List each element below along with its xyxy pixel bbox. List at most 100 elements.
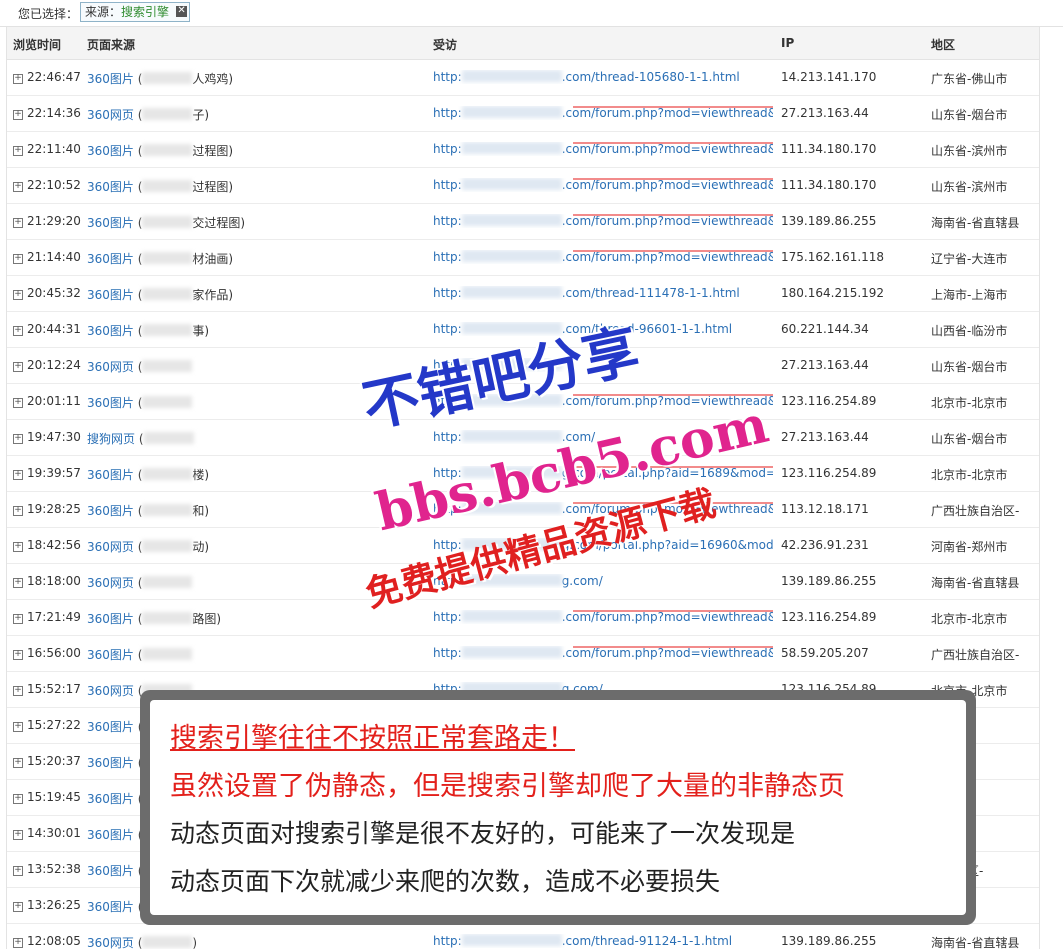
expand-icon[interactable]: +: [13, 110, 23, 120]
page-url-link[interactable]: http: .com/forum.php?mod=viewthread&tid: [433, 214, 773, 228]
expand-icon[interactable]: +: [13, 218, 23, 228]
visit-time: 19:47:30: [27, 430, 81, 444]
source-link[interactable]: 360图片: [87, 396, 134, 410]
source-link[interactable]: 360图片: [87, 252, 134, 266]
source-link[interactable]: 360图片: [87, 504, 134, 518]
source-link[interactable]: 360图片: [87, 792, 134, 806]
redacted-keyword: [142, 324, 193, 336]
ip-cell: 123.116.254.89: [781, 394, 877, 408]
page-url-link[interactable]: http:: [433, 358, 773, 372]
source-link[interactable]: 360图片: [87, 864, 134, 878]
page-url-link[interactable]: http: .com/forum.php?mod=viewthread&tid: [433, 178, 773, 192]
source-link[interactable]: 360网页: [87, 360, 134, 374]
expand-icon[interactable]: +: [13, 830, 23, 840]
region-cell: 河南省-郑州市: [931, 540, 1008, 554]
source-filter-tag[interactable]: 来源：搜索引擎 ✕: [80, 2, 191, 22]
region-cell: 山东省-烟台市: [931, 360, 1008, 374]
expand-icon[interactable]: +: [13, 470, 23, 480]
source-link[interactable]: 360图片: [87, 72, 134, 86]
visit-time: 21:29:20: [27, 214, 81, 228]
table-row: +22:46:47 360图片 (人鸡鸡) http: .com/thread-105…: [7, 60, 1039, 96]
table-header: 浏览时间 页面来源 受访 IP 地区: [7, 27, 1039, 60]
source-link[interactable]: 360图片: [87, 180, 134, 194]
expand-icon[interactable]: +: [13, 290, 23, 300]
source-link[interactable]: 360图片: [87, 216, 134, 230]
visit-time: 19:39:57: [27, 466, 81, 480]
expand-icon[interactable]: +: [13, 254, 23, 264]
expand-icon[interactable]: +: [13, 182, 23, 192]
source-link[interactable]: 搜狗网页: [87, 432, 135, 446]
source-link[interactable]: 360图片: [87, 468, 134, 482]
expand-icon[interactable]: +: [13, 758, 23, 768]
table-row: +21:14:40 360图片 (材油画) http: .com/forum.php?…: [7, 240, 1039, 276]
expand-icon[interactable]: +: [13, 938, 23, 948]
page-url-link[interactable]: http: .com/forum.php?mod=viewthread&tid: [433, 106, 773, 120]
source-link[interactable]: 360网页: [87, 936, 134, 949]
page-url-link[interactable]: http: .com/: [433, 430, 773, 444]
source-link[interactable]: 360网页: [87, 108, 134, 122]
source-keyword: (子): [137, 108, 210, 122]
redacted-keyword: [143, 432, 194, 444]
visit-time: 22:46:47: [27, 70, 81, 84]
expand-icon[interactable]: +: [13, 326, 23, 336]
expand-icon[interactable]: +: [13, 614, 23, 624]
expand-icon[interactable]: +: [13, 902, 23, 912]
expand-icon[interactable]: +: [13, 506, 23, 516]
page-url-link[interactable]: http: .com/forum.php?mod=viewthread&tid: [433, 142, 773, 156]
source-link[interactable]: 360网页: [87, 684, 134, 698]
redacted-keyword: [142, 180, 193, 192]
source-keyword: (动): [137, 540, 210, 554]
expand-icon[interactable]: +: [13, 578, 23, 588]
redacted-domain: [461, 394, 562, 406]
page-url-link[interactable]: http: .com/thread-96601-1-1.html: [433, 322, 773, 336]
source-link[interactable]: 360图片: [87, 324, 134, 338]
page-url-link[interactable]: http: g.com/portal.php?aid=16960&mod=vi: [433, 538, 773, 552]
page-url-link[interactable]: http: .com/forum.php?mod=viewthread&tid: [433, 250, 773, 264]
redacted-keyword: [142, 216, 193, 228]
expand-icon[interactable]: +: [13, 146, 23, 156]
expand-icon[interactable]: +: [13, 74, 23, 84]
source-link[interactable]: 360图片: [87, 288, 134, 302]
page-url-link[interactable]: http: .com/forum.php?mod=viewthread&tid: [433, 610, 773, 624]
expand-icon[interactable]: +: [13, 686, 23, 696]
page-url-link[interactable]: http: g.com/: [433, 574, 773, 588]
source-link[interactable]: 360图片: [87, 720, 134, 734]
expand-icon[interactable]: +: [13, 434, 23, 444]
expand-icon[interactable]: +: [13, 542, 23, 552]
table-row: +20:44:31 360图片 (事) http: .com/thread-96601…: [7, 312, 1039, 348]
source-link[interactable]: 360图片: [87, 900, 134, 914]
expand-icon[interactable]: +: [13, 362, 23, 372]
source-cell: 360网页 (): [87, 934, 197, 949]
page-url-link[interactable]: http: .com/thread-111478-1-1.html: [433, 286, 773, 300]
redacted-keyword: [142, 504, 193, 516]
page-url-link[interactable]: http: .com/forum.php?mod=viewthread&tid: [433, 394, 773, 408]
expand-icon[interactable]: +: [13, 722, 23, 732]
close-icon[interactable]: ✕: [176, 6, 188, 17]
source-link[interactable]: 360网页: [87, 540, 134, 554]
expand-icon[interactable]: +: [13, 794, 23, 804]
page-url-link[interactable]: http: .com/forum.php?mod=viewthread&tid: [433, 502, 773, 516]
source-link[interactable]: 360网页: [87, 576, 134, 590]
page-url-link[interactable]: http: .com/thread-105680-1-1.html: [433, 70, 773, 84]
expand-icon[interactable]: +: [13, 650, 23, 660]
page-url-link[interactable]: http: .com/forum.php?mod=viewthread&tid: [433, 646, 773, 660]
source-link[interactable]: 360图片: [87, 756, 134, 770]
source-cell: 360网页 (: [87, 358, 193, 375]
region-cell: 海南省-省直辖县: [931, 936, 1020, 949]
col-time: 浏览时间: [13, 38, 62, 52]
redacted-keyword: [142, 396, 193, 408]
page-url-link[interactable]: http: .com/thread-91124-1-1.html: [433, 934, 773, 948]
redacted-keyword: [142, 468, 193, 480]
source-keyword: (): [137, 936, 198, 949]
time-cell: +13:52:38: [13, 862, 81, 876]
source-link[interactable]: 360图片: [87, 612, 134, 626]
expand-icon[interactable]: +: [13, 866, 23, 876]
time-cell: +20:45:32: [13, 286, 81, 300]
source-link[interactable]: 360图片: [87, 828, 134, 842]
source-link[interactable]: 360图片: [87, 144, 134, 158]
source-link[interactable]: 360图片: [87, 648, 134, 662]
highlight-underline: [573, 394, 773, 396]
ip-cell: 123.116.254.89: [781, 610, 877, 624]
expand-icon[interactable]: +: [13, 398, 23, 408]
page-url-link[interactable]: http: g.com/portal.php?aid=1689&mod=vie: [433, 466, 773, 480]
